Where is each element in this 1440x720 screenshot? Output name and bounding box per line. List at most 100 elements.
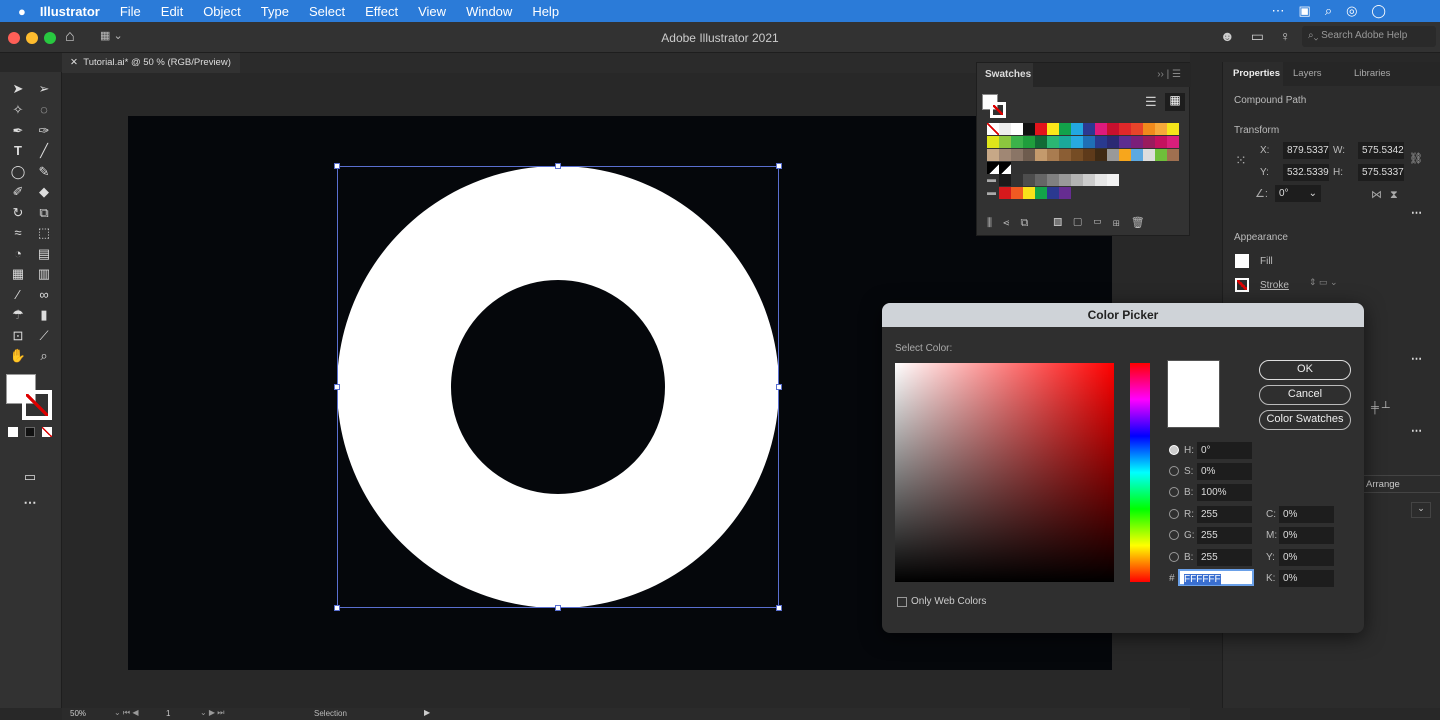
swatch[interactable] xyxy=(1107,136,1119,148)
saturation-brightness-field[interactable] xyxy=(895,363,1114,582)
selection-bounding-box[interactable] xyxy=(334,163,782,611)
height-field[interactable]: 575.5337 xyxy=(1358,164,1404,181)
hex-field[interactable]: FFFFFF xyxy=(1178,569,1254,586)
rotate-angle-field[interactable]: 0° ⌄ xyxy=(1275,185,1321,202)
more-options-icon[interactable]: ⋯ xyxy=(1411,352,1422,365)
black-field[interactable]: 0% xyxy=(1279,570,1334,587)
brightness-field[interactable]: 100% xyxy=(1197,484,1252,501)
swatch[interactable] xyxy=(1047,123,1059,135)
resize-handle[interactable] xyxy=(776,163,782,169)
swatch[interactable] xyxy=(987,136,999,148)
swatch-actions[interactable]: ⫼⋖⧉ ▤▢▭⊞🗑 xyxy=(987,216,1156,230)
swatch[interactable] xyxy=(1119,123,1131,135)
swatch[interactable] xyxy=(1131,123,1143,135)
swatch[interactable] xyxy=(1107,123,1119,135)
swatch[interactable] xyxy=(1107,174,1119,186)
swatch[interactable] xyxy=(999,123,1011,135)
magenta-field[interactable]: 0% xyxy=(1279,527,1334,544)
only-web-colors-checkbox[interactable] xyxy=(897,597,907,607)
swatch[interactable] xyxy=(1071,149,1083,161)
swatch[interactable] xyxy=(999,162,1011,174)
swatch[interactable] xyxy=(1131,149,1143,161)
green-field[interactable]: 255 xyxy=(1197,527,1252,544)
brightness-radio[interactable] xyxy=(1169,487,1179,497)
color-swatches-button[interactable]: Color Swatches xyxy=(1259,410,1351,430)
swatch[interactable] xyxy=(1119,136,1131,148)
swatch[interactable] xyxy=(1071,123,1083,135)
green-radio[interactable] xyxy=(1169,530,1179,540)
swatch[interactable] xyxy=(1011,123,1023,135)
swatches-tab[interactable]: Swatches xyxy=(977,63,1033,87)
swatch[interactable] xyxy=(1023,174,1035,186)
hue-slider[interactable] xyxy=(1130,363,1150,582)
hue-radio[interactable] xyxy=(1169,445,1179,455)
status-menu-icon[interactable]: ▶ xyxy=(424,708,430,717)
reference-point-icon[interactable]: ⁙ xyxy=(1235,152,1247,169)
swatch[interactable] xyxy=(1059,187,1071,199)
x-field[interactable]: 879.5337 xyxy=(1283,142,1329,159)
stroke-label[interactable]: Stroke xyxy=(1260,280,1289,291)
swatch[interactable] xyxy=(1023,136,1035,148)
tab-layers[interactable]: Layers xyxy=(1293,68,1322,79)
width-field[interactable]: 575.5342 xyxy=(1358,142,1404,159)
swatch[interactable] xyxy=(1011,136,1023,148)
flip-icons[interactable]: ⋈⧗ xyxy=(1371,188,1406,202)
blue-radio[interactable] xyxy=(1169,552,1179,562)
swatch[interactable] xyxy=(999,149,1011,161)
grid-view-icon[interactable]: ▦ xyxy=(1165,93,1185,111)
swatch[interactable] xyxy=(1011,149,1023,161)
panel-menu-icon[interactable]: ›› | ☰ xyxy=(1157,69,1181,80)
swatch[interactable] xyxy=(1143,149,1155,161)
stroke-swatch[interactable] xyxy=(1235,278,1249,292)
more-options-icon[interactable]: ⋯ xyxy=(1411,206,1422,219)
swatch[interactable] xyxy=(1059,123,1071,135)
swatch[interactable] xyxy=(1095,136,1107,148)
swatch[interactable] xyxy=(1155,136,1167,148)
swatch[interactable] xyxy=(1071,174,1083,186)
swatch[interactable] xyxy=(1167,123,1179,135)
swatch[interactable] xyxy=(1035,136,1047,148)
resize-handle[interactable] xyxy=(334,605,340,611)
artboard-nav-icons[interactable]: ⌄ ▶ ⏭ xyxy=(200,708,225,718)
dropdown-chevron-icon[interactable]: ⌄ xyxy=(1411,502,1431,518)
swatch[interactable] xyxy=(1011,187,1023,199)
artboard-number[interactable]: 1 xyxy=(166,709,170,718)
resize-handle[interactable] xyxy=(776,384,782,390)
tab-libraries[interactable]: Libraries xyxy=(1354,68,1390,79)
swatch[interactable] xyxy=(1107,149,1119,161)
swatch[interactable] xyxy=(1095,174,1107,186)
red-field[interactable]: 255 xyxy=(1197,506,1252,523)
swatch[interactable] xyxy=(1047,136,1059,148)
cancel-button[interactable]: Cancel xyxy=(1259,385,1351,405)
cyan-field[interactable]: 0% xyxy=(1279,506,1334,523)
arrange-button[interactable]: Arrange xyxy=(1361,475,1440,493)
swatch[interactable] xyxy=(1071,136,1083,148)
tab-properties[interactable]: Properties xyxy=(1223,62,1283,86)
hue-field[interactable]: 0° xyxy=(1197,442,1252,459)
swatch[interactable] xyxy=(1023,123,1035,135)
blue-field[interactable]: 255 xyxy=(1197,549,1252,566)
swatch[interactable] xyxy=(1059,136,1071,148)
resize-handle[interactable] xyxy=(555,605,561,611)
swatch[interactable] xyxy=(1167,149,1179,161)
zoom-dropdown-icon[interactable]: ⌄ ⏮ ◀ xyxy=(114,708,139,718)
swatch[interactable] xyxy=(1059,149,1071,161)
swatch[interactable] xyxy=(1131,136,1143,148)
swatch[interactable] xyxy=(1155,123,1167,135)
swatch[interactable] xyxy=(1095,123,1107,135)
swatch[interactable] xyxy=(1083,149,1095,161)
resize-handle[interactable] xyxy=(334,163,340,169)
resize-handle[interactable] xyxy=(776,605,782,611)
saturation-radio[interactable] xyxy=(1169,466,1179,476)
saturation-field[interactable]: 0% xyxy=(1197,463,1252,480)
swatch[interactable] xyxy=(1083,136,1095,148)
swatch[interactable] xyxy=(987,123,999,135)
swatch[interactable] xyxy=(999,136,1011,148)
stroke-swatch[interactable] xyxy=(990,102,1006,118)
swatch[interactable] xyxy=(1083,123,1095,135)
resize-handle[interactable] xyxy=(334,384,340,390)
ok-button[interactable]: OK xyxy=(1259,360,1351,380)
fill-label[interactable]: Fill xyxy=(1260,256,1273,267)
swatch[interactable] xyxy=(1143,123,1155,135)
swatch[interactable] xyxy=(999,187,1011,199)
